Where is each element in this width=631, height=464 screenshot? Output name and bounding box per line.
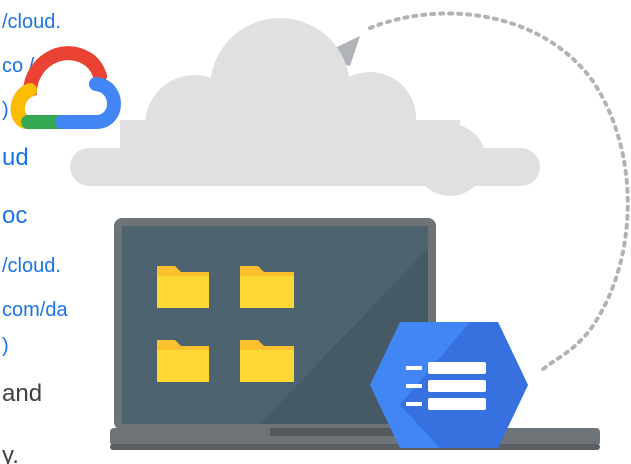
folder-icon: [157, 340, 209, 382]
cloud-shape: [70, 18, 540, 196]
folder-icon: [240, 266, 294, 308]
laptop-illustration: [110, 218, 600, 450]
google-cloud-logo-icon: [10, 46, 121, 129]
folder-icon: [240, 340, 294, 382]
illustration-canvas: /cloud. co /p ) ud oc /cloud. com/da ) a…: [0, 0, 631, 464]
illustration-svg: [10, 11, 630, 450]
cloud-storage-icon: [370, 322, 528, 448]
folder-icon: [157, 266, 209, 308]
